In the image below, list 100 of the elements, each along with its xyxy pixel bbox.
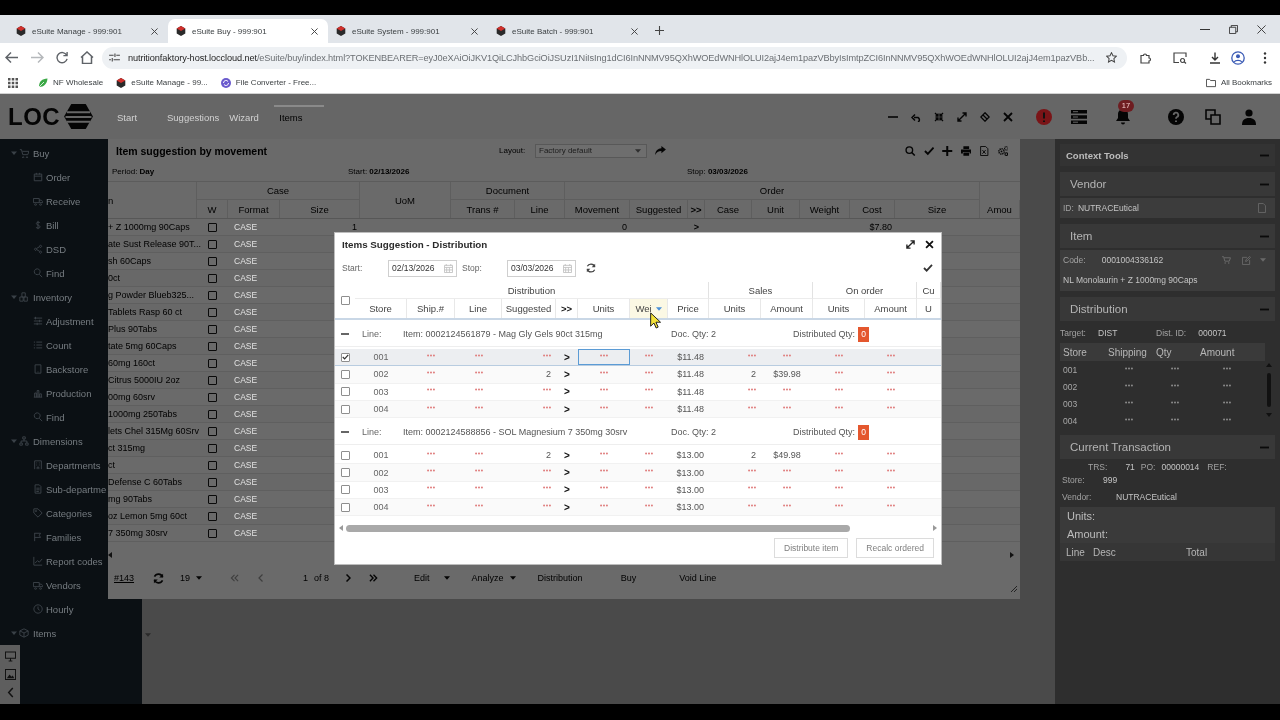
column-header[interactable]: Units: [813, 299, 865, 318]
undo-icon[interactable]: [911, 111, 921, 122]
column-header[interactable]: Total: [1186, 546, 1208, 558]
nav-item[interactable]: Families: [0, 525, 82, 549]
nav-item[interactable]: Bill: [0, 213, 59, 237]
checkbox[interactable]: [208, 494, 217, 504]
plus-icon[interactable]: [655, 26, 664, 35]
forward-arrow-icon[interactable]: [30, 51, 44, 64]
checkbox[interactable]: [208, 222, 217, 232]
column-header[interactable]: Shipping: [1105, 346, 1153, 358]
next-page-icon[interactable]: [346, 574, 352, 582]
column-header[interactable]: Amou: [980, 200, 1020, 218]
cart-icon[interactable]: [1222, 256, 1231, 264]
picture-icon[interactable]: [4, 669, 16, 680]
grid-icon[interactable]: [8, 77, 18, 88]
menu-button[interactable]: Distribution: [537, 573, 583, 583]
reload-icon[interactable]: [55, 51, 69, 64]
record-link[interactable]: #143: [114, 573, 135, 583]
window-tab[interactable]: Items: [274, 104, 325, 129]
nav-item[interactable]: Vendors: [0, 573, 81, 597]
column-header[interactable]: n: [108, 182, 197, 218]
nav-item[interactable]: Buy: [0, 141, 50, 165]
checkbox[interactable]: [208, 256, 217, 266]
expand-icon[interactable]: [906, 240, 915, 249]
column-header[interactable]: Amount: [1197, 346, 1257, 358]
checkbox[interactable]: [208, 290, 217, 300]
column-header[interactable]: >>: [688, 200, 705, 218]
checkbox[interactable]: [340, 485, 350, 495]
caret-left-icon[interactable]: [108, 552, 112, 558]
restore-icon[interactable]: [1229, 24, 1238, 34]
nav-item[interactable]: Hourly: [0, 597, 74, 621]
column-header[interactable]: Cost: [850, 200, 895, 218]
previous-page-icon[interactable]: [258, 574, 264, 582]
checkbox[interactable]: [208, 409, 217, 419]
nav-item[interactable]: Find: [0, 261, 65, 285]
nav-item[interactable]: Count: [0, 333, 72, 357]
column-header[interactable]: Line: [455, 299, 502, 318]
print-icon[interactable]: [960, 145, 971, 156]
user-icon[interactable]: [1242, 108, 1256, 125]
checkbox[interactable]: [208, 239, 217, 249]
check-icon[interactable]: [923, 264, 933, 272]
nav-item[interactable]: Items: [0, 621, 57, 645]
checkbox[interactable]: [208, 511, 217, 521]
checkbox[interactable]: [208, 443, 217, 453]
checkbox[interactable]: [340, 502, 350, 512]
nav-item[interactable]: Inventory: [0, 285, 73, 309]
column-header[interactable]: Qty: [1153, 346, 1197, 358]
menu-button[interactable]: Buy: [620, 573, 637, 583]
column-header[interactable]: Size: [280, 200, 360, 218]
gears-icon[interactable]: [997, 145, 1008, 156]
checkbox[interactable]: [208, 358, 217, 368]
checkbox[interactable]: [208, 528, 217, 538]
checkbox[interactable]: [340, 369, 350, 379]
download-icon[interactable]: [1209, 51, 1221, 64]
column-header[interactable]: Price: [668, 299, 709, 318]
nav-item[interactable]: Report codes: [0, 549, 103, 573]
browser-tab[interactable]: eSuite Batch - 999:901: [488, 19, 648, 43]
table-row[interactable]: 001 > $11.48: [335, 349, 941, 367]
home-icon[interactable]: [80, 51, 94, 64]
monitor-icon[interactable]: [4, 651, 16, 663]
column-header[interactable]: >>: [556, 299, 578, 318]
column-header[interactable]: Trans #: [451, 200, 515, 218]
refresh-icon[interactable]: [586, 263, 596, 273]
check-icon[interactable]: [923, 145, 934, 156]
menu-button[interactable]: Analyze: [471, 573, 516, 583]
bookmark-link[interactable]: File Converter - Free...: [220, 77, 317, 88]
table-row[interactable]: 004 > $13.00: [335, 499, 941, 517]
nav-item[interactable]: Categories: [0, 501, 92, 525]
column-header[interactable]: U: [917, 299, 941, 318]
column-header[interactable]: Line: [1060, 546, 1093, 558]
close-icon[interactable]: [471, 27, 478, 35]
column-header[interactable]: Store: [355, 299, 407, 318]
column-header[interactable]: Movement: [565, 200, 630, 218]
caret-right-icon[interactable]: [1010, 552, 1014, 558]
close-icon[interactable]: [925, 240, 934, 249]
column-header[interactable]: Units: [709, 299, 761, 318]
search-icon[interactable]: [905, 145, 916, 156]
puzzle-icon[interactable]: [1140, 51, 1152, 64]
last-page-icon[interactable]: [369, 574, 379, 582]
browser-tab[interactable]: eSuite Manage - 999:901: [8, 19, 168, 43]
nav-item[interactable]: DSD: [0, 237, 67, 261]
resize-grip-icon[interactable]: [1011, 586, 1017, 592]
caret-right-icon[interactable]: [933, 525, 937, 531]
column-header[interactable]: Format: [228, 200, 280, 218]
page-field[interactable]: 1: [278, 573, 309, 583]
column-header[interactable]: Weight: [800, 200, 850, 218]
share-arrow-icon[interactable]: [655, 146, 666, 155]
column-header[interactable]: Unit: [752, 200, 800, 218]
close-icon[interactable]: [151, 27, 158, 35]
close-icon[interactable]: [1257, 24, 1266, 34]
nav-item[interactable]: Production: [0, 381, 92, 405]
checkbox[interactable]: [340, 295, 350, 305]
checkbox[interactable]: [340, 404, 350, 414]
window-search-icon[interactable]: [1173, 51, 1187, 64]
nav-item[interactable]: Order: [0, 165, 71, 189]
tune-icon[interactable]: [109, 53, 120, 62]
table-row[interactable]: 002 2 > $11.48 2 $39.98: [335, 366, 941, 384]
address-bar[interactable]: nutritionfaktory-host.loccloud.net/eSuite/buy/index.html?TOKENBEARER=eyJ0eXAiOiJKV1QiLCJhbGciOiJSUzI1NiIsIng1dCI6InNNMV95QXhWOEdWNHlOLUI2ajJ4em1pazVBbyIsImtpZCI6InNNMV95QXhWOEdWNHlOLUI2ajJ4em1pazVBb...: [102, 46, 1127, 69]
checkbox[interactable]: [208, 307, 217, 317]
browser-tab[interactable]: eSuite Buy - 999:901: [168, 19, 328, 43]
